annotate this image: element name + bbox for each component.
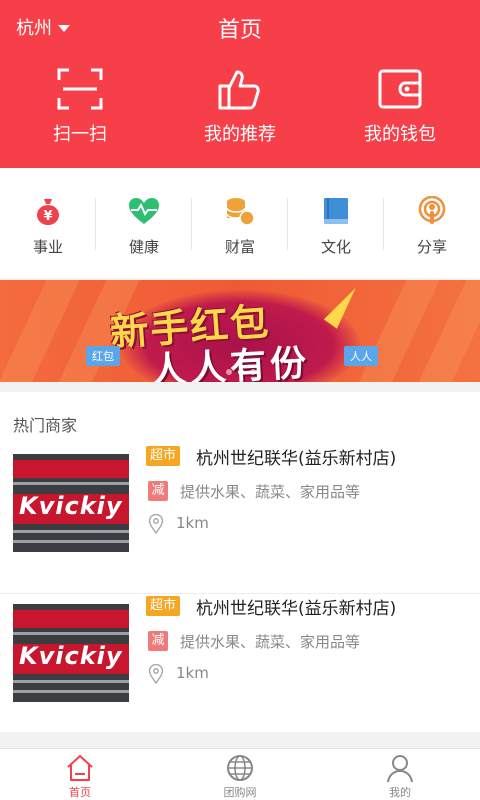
category-label: 健康 — [128, 238, 159, 256]
coins-icon — [226, 198, 255, 226]
thumbs-up-icon — [218, 70, 260, 110]
my-wallet-label: 我的钱包 — [364, 124, 436, 145]
merchant-distance: 1km — [176, 664, 209, 682]
home-icon — [67, 754, 93, 781]
banner-flag-left: 红包 — [86, 346, 120, 366]
user-icon — [387, 755, 413, 783]
podcast-icon — [418, 196, 446, 224]
merchant-logo-text: Kvickiy — [19, 492, 123, 520]
category-label: 财富 — [224, 238, 255, 256]
merchant-description: 提供水果、蔬菜、家用品等 — [180, 633, 361, 651]
bottom-tab-bar: 首页 团购网 我的 — [0, 748, 480, 800]
page-title: 首页 — [217, 18, 262, 43]
banner-flag-right: 人人 — [344, 346, 378, 366]
tab-group-buy[interactable]: 团购网 — [160, 749, 320, 800]
category-label: 分享 — [416, 238, 447, 256]
tab-label: 首页 — [69, 786, 91, 799]
merchant-name: 杭州世纪联华(益乐新村店) — [196, 449, 397, 469]
discount-tag: 减 — [148, 481, 168, 501]
my-recommend-button[interactable]: 我的推荐 — [160, 64, 320, 146]
scan-button[interactable]: 扫一扫 — [0, 64, 160, 146]
header: 杭州 首页 扫一扫 我的推荐 我的钱包 — [0, 0, 480, 168]
tab-home[interactable]: 首页 — [0, 749, 160, 800]
location-pin-icon — [148, 514, 164, 534]
tab-profile[interactable]: 我的 — [320, 749, 480, 800]
category-label: 事业 — [32, 238, 63, 256]
globe-icon — [227, 755, 253, 781]
promo-banner[interactable]: 新手红包 人人有份 — [0, 280, 480, 382]
wallet-icon — [378, 69, 422, 109]
merchant-name: 杭州世纪联华(益乐新村店) — [196, 599, 397, 619]
tab-label: 我的 — [389, 786, 411, 799]
tab-label: 团购网 — [223, 786, 257, 799]
pagination-dot[interactable] — [250, 369, 256, 375]
section-title: 热门商家 — [13, 416, 78, 435]
category-share[interactable]: 分享 — [384, 168, 480, 278]
banner-pagination — [226, 369, 256, 375]
hot-merchants-section: 热门商家 Kvickiy 超市 杭州世纪联华(益乐新村店) 减 提供水果、蔬菜、… — [0, 392, 480, 732]
pagination-dot-active[interactable] — [238, 369, 244, 375]
category-health[interactable]: 健康 — [96, 168, 192, 278]
location-pin-icon — [148, 664, 164, 684]
category-wealth[interactable]: 财富 — [192, 168, 288, 278]
merchant-list-item[interactable]: Kvickiy 超市 杭州世纪联华(益乐新村店) 减 提供水果、蔬菜、家用品等 … — [0, 444, 480, 594]
svg-text:¥: ¥ — [43, 209, 52, 224]
category-tag: 超市 — [146, 446, 181, 466]
scan-label: 扫一扫 — [53, 124, 107, 145]
my-wallet-button[interactable]: 我的钱包 — [320, 64, 480, 146]
merchant-logo-text: Kvickiy — [19, 642, 123, 670]
pagination-dot[interactable] — [226, 369, 232, 375]
merchant-distance: 1km — [176, 514, 209, 532]
merchant-thumbnail: Kvickiy — [13, 604, 129, 702]
category-label: 文化 — [320, 238, 351, 256]
category-row: ¥ 事业 健康 财富 文化 分享 — [0, 168, 480, 278]
category-career[interactable]: ¥ 事业 — [0, 168, 96, 278]
category-culture[interactable]: 文化 — [288, 168, 384, 278]
discount-tag: 减 — [148, 631, 168, 651]
merchant-list-item[interactable]: Kvickiy 超市 杭州世纪联华(益乐新村店) 减 提供水果、蔬菜、家用品等 … — [0, 594, 480, 744]
merchant-description: 提供水果、蔬菜、家用品等 — [180, 483, 361, 501]
scan-icon — [57, 68, 103, 110]
my-recommend-label: 我的推荐 — [204, 124, 276, 145]
book-icon — [324, 198, 348, 224]
quick-actions: 扫一扫 我的推荐 我的钱包 — [0, 64, 480, 146]
heart-pulse-icon — [129, 198, 159, 224]
money-bag-icon: ¥ — [37, 199, 59, 225]
merchant-thumbnail: Kvickiy — [13, 454, 129, 552]
category-tag: 超市 — [146, 596, 181, 616]
